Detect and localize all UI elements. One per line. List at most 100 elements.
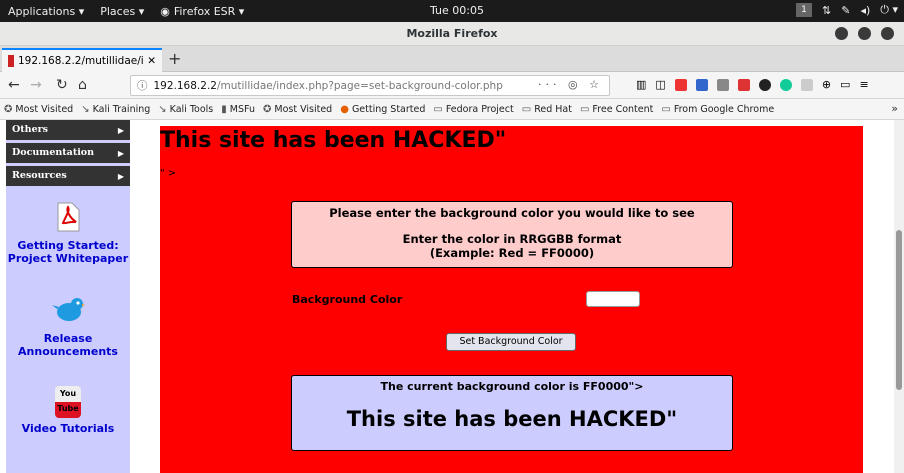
promo-release-label: Release Announcements bbox=[18, 332, 118, 358]
places-menu[interactable]: Places ▾ bbox=[92, 5, 152, 18]
scrollbar-thumb[interactable] bbox=[896, 230, 902, 390]
close-tab-icon[interactable]: ✕ bbox=[147, 55, 156, 67]
arrow-right-icon: ▶ bbox=[117, 171, 124, 181]
gnome-top-bar: Applications ▾ Places ▾ ◉ Firefox ESR ▾ … bbox=[0, 0, 904, 22]
back-button[interactable]: ← bbox=[8, 76, 20, 94]
addon-gray-icon[interactable] bbox=[716, 78, 729, 91]
gear-icon: ✪ bbox=[4, 103, 13, 115]
kali-dragon-icon: ↘ bbox=[81, 103, 90, 115]
folder-icon: ▭ bbox=[579, 103, 590, 115]
tab-bar: 192.168.2.2/mutillidae/in ✕ + bbox=[0, 46, 904, 72]
bookmark-label: Most Visited bbox=[15, 103, 74, 115]
bookmarks-overflow-icon[interactable]: » bbox=[891, 102, 898, 115]
bookmark-red-hat[interactable]: ▭ Red Hat bbox=[522, 104, 572, 115]
bookmark-most-visited[interactable]: ✪ Most Visited bbox=[4, 104, 73, 115]
power-icon[interactable]: ⏻ ▾ bbox=[880, 3, 898, 17]
firefox-icon: ◉ bbox=[160, 4, 170, 18]
promo-whitepaper-label: Getting Started: Project Whitepaper bbox=[7, 239, 129, 265]
tab-label: 192.168.2.2/mutillidae/in bbox=[18, 55, 144, 67]
reload-button[interactable]: ↻ bbox=[56, 76, 68, 94]
bookmark-free-content[interactable]: ▭ Free Content bbox=[580, 104, 653, 115]
sidebar-item-label: Resources bbox=[12, 170, 67, 181]
instruction-line: Enter the color in RRGGBB format bbox=[402, 232, 622, 246]
bookmark-label: From Google Chrome bbox=[673, 103, 775, 115]
new-tab-button[interactable]: + bbox=[168, 49, 181, 68]
network-icon[interactable]: ⇅ bbox=[822, 4, 831, 17]
background-color-input[interactable] bbox=[586, 291, 640, 307]
arrow-right-icon: ▶ bbox=[117, 148, 124, 158]
instruction-line: Please enter the background color you wo… bbox=[329, 206, 695, 220]
addon-blue-icon[interactable] bbox=[695, 78, 708, 91]
sidebar-item-documentation[interactable]: Documentation ▶ bbox=[6, 143, 130, 163]
addon-black-icon[interactable] bbox=[758, 78, 771, 91]
page-actions: ··· ◎ ☆ bbox=[538, 78, 603, 91]
current-color-box: The current background color is FF0000">… bbox=[291, 375, 733, 451]
bookmark-most-visited-2[interactable]: ✪ Most Visited bbox=[263, 104, 332, 115]
maximize-button[interactable] bbox=[858, 27, 871, 40]
close-window-button[interactable] bbox=[881, 27, 894, 40]
injected-hacked-banner: This site has been HACKED" bbox=[346, 407, 678, 431]
volume-icon[interactable]: ◂) bbox=[860, 4, 870, 17]
home-button[interactable]: ⌂ bbox=[78, 76, 87, 94]
youtube-icon: You Tube bbox=[55, 386, 81, 418]
promo-release-announcements[interactable]: Release Announcements bbox=[6, 295, 130, 358]
addon-red-icon[interactable] bbox=[674, 78, 687, 91]
firefox-app-menu[interactable]: ◉ Firefox ESR ▾ bbox=[152, 5, 252, 18]
forward-button[interactable]: → bbox=[30, 76, 42, 94]
folder-icon: ▭ bbox=[521, 103, 532, 115]
bookmark-star-icon[interactable]: ☆ bbox=[589, 78, 603, 91]
set-background-color-button[interactable]: Set Background Color bbox=[446, 333, 576, 351]
addon-light-icon[interactable] bbox=[800, 78, 813, 91]
library-icon[interactable]: ▥ bbox=[636, 78, 646, 91]
twitter-bird-icon bbox=[52, 298, 85, 321]
bookmark-label: Kali Tools bbox=[169, 103, 214, 115]
bookmark-label: Red Hat bbox=[534, 103, 572, 115]
promo-whitepaper[interactable]: Getting Started: Project Whitepaper bbox=[6, 202, 130, 265]
bookmark-fedora[interactable]: ▭ Fedora Project bbox=[433, 104, 513, 115]
bookmark-msfu[interactable]: ▮ MSFu bbox=[221, 104, 255, 115]
instruction-line: (Example: Red = FF0000) bbox=[429, 246, 595, 260]
sidebar-item-label: Others bbox=[12, 124, 48, 135]
url-bar[interactable]: ⓘ 192.168.2.2 /mutillidae/index.php?page… bbox=[130, 75, 610, 96]
bookmark-getting-started[interactable]: ● Getting Started bbox=[340, 104, 425, 115]
bookmark-label: Fedora Project bbox=[445, 103, 514, 115]
bookmarks-toolbar: ✪ Most Visited ↘ Kali Training ↘ Kali Tools… bbox=[0, 99, 904, 120]
navigation-toolbar: ← → ↻ ⌂ ⓘ 192.168.2.2 /mutillidae/index.… bbox=[0, 72, 904, 99]
kali-dragon-icon: ↘ bbox=[158, 103, 167, 115]
bookmark-kali-tools[interactable]: ↘ Kali Tools bbox=[158, 104, 213, 115]
firefox-app-label: Firefox ESR ▾ bbox=[173, 4, 245, 18]
applications-menu[interactable]: Applications ▾ bbox=[0, 5, 92, 18]
youtube-icon-text: You Tube bbox=[57, 389, 79, 413]
pocket-icon[interactable]: ◎ bbox=[568, 78, 582, 91]
background-color-label: Background Color bbox=[292, 293, 403, 306]
minimize-button[interactable] bbox=[835, 27, 848, 40]
window-title: Mozilla Firefox bbox=[406, 27, 498, 40]
addon-square-icon[interactable] bbox=[737, 78, 750, 91]
promo-video-tutorials[interactable]: You Tube Video Tutorials bbox=[6, 386, 130, 435]
globe-icon[interactable]: ⊕ bbox=[822, 78, 831, 91]
sidebar-icon[interactable]: ◫ bbox=[655, 78, 665, 91]
tab-active[interactable]: 192.168.2.2/mutillidae/in ✕ bbox=[2, 48, 162, 72]
menu-icon[interactable]: ≡ bbox=[859, 78, 868, 91]
url-host: 192.168.2.2 bbox=[153, 79, 217, 92]
window-titlebar: Mozilla Firefox bbox=[0, 22, 904, 46]
current-color-text: The current background color is FF0000"> bbox=[380, 380, 644, 393]
toolbar-icons: ▥ ◫ ⊕ ▭ ≡ bbox=[636, 78, 869, 91]
sidebar-item-others[interactable]: Others ▶ bbox=[6, 120, 130, 140]
page-scrollbar[interactable] bbox=[894, 120, 904, 473]
screenshot-icon[interactable]: ▭ bbox=[840, 78, 850, 91]
pen-icon[interactable]: ✎ bbox=[841, 4, 850, 17]
arrow-right-icon: ▶ bbox=[117, 125, 124, 135]
addon-green-icon[interactable] bbox=[779, 78, 792, 91]
bookmark-label: Free Content bbox=[592, 103, 654, 115]
clock[interactable]: Tue 00:05 bbox=[430, 4, 484, 17]
sidebar-item-resources[interactable]: Resources ▶ bbox=[6, 166, 130, 186]
bookmark-label: Most Visited bbox=[274, 103, 333, 115]
bookmark-from-chrome[interactable]: ▭ From Google Chrome bbox=[661, 104, 774, 115]
site-info-icon[interactable]: ⓘ bbox=[137, 78, 148, 93]
bookmark-kali-training[interactable]: ↘ Kali Training bbox=[81, 104, 150, 115]
bookmark-label: Getting Started bbox=[351, 103, 426, 115]
page-actions-icon[interactable]: ··· bbox=[538, 78, 561, 91]
workspace-indicator[interactable]: 1 bbox=[796, 3, 812, 17]
injected-hacked-heading: This site has been HACKED" bbox=[160, 128, 507, 153]
